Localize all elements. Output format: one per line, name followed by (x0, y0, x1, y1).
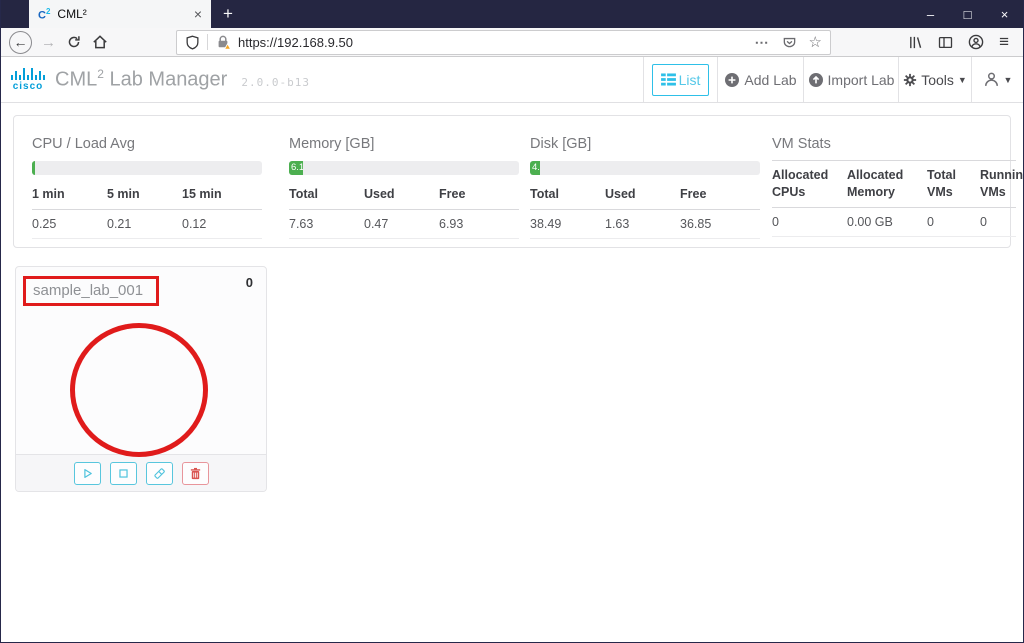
import-lab-button[interactable]: Import Lab (803, 57, 898, 102)
url-divider (207, 34, 208, 50)
eraser-icon (153, 467, 166, 480)
forward-button[interactable]: → (41, 34, 56, 51)
upload-circle-icon (808, 72, 824, 88)
tab-close-icon[interactable]: × (194, 7, 202, 21)
app-version: 2.0.0-b13 (241, 75, 310, 89)
close-button[interactable]: × (986, 0, 1023, 28)
titlebar: C2 CML² × + – □ × (1, 0, 1023, 28)
reload-button[interactable] (67, 35, 81, 49)
vm-stats-title: VM Stats (772, 136, 831, 152)
browser-tab[interactable]: C2 CML² × (29, 0, 211, 28)
trash-icon (189, 467, 202, 480)
cpu-load-title: CPU / Load Avg (32, 136, 135, 152)
user-icon (983, 71, 1000, 88)
tab-title: CML² (57, 7, 87, 21)
url-text[interactable]: https://192.168.9.50 (238, 35, 353, 50)
gear-icon (903, 73, 917, 87)
lab-card[interactable]: sample_lab_001 0 (15, 266, 267, 492)
chevron-down-icon: ▼ (957, 74, 967, 85)
shield-icon[interactable] (185, 35, 200, 50)
user-menu-button[interactable]: ▼ (971, 57, 1023, 102)
wipe-lab-button[interactable] (145, 461, 173, 485)
page-title: CML2 Lab Manager (55, 67, 228, 91)
cpu-progress-bar (32, 161, 262, 175)
red-rectangle-annotation (23, 276, 159, 306)
cpu-load-section: CPU / Load Avg 1 min 5 min 15 min 0.25 0.21… (32, 136, 262, 239)
new-tab-button[interactable]: + (211, 0, 245, 28)
disk-section: Disk [GB] 4.2 TotalUsedFree 38.491.6336.… (530, 136, 760, 239)
nav-toolbar: ← → https://192.168.9.50 ⋯ ☆ ≡ (1, 28, 1023, 57)
account-icon[interactable] (968, 34, 984, 50)
main-content: CPU / Load Avg 1 min 5 min 15 min 0.25 0.21… (1, 103, 1023, 504)
lab-card-toolbar (16, 454, 266, 491)
hamburger-menu-icon[interactable]: ≡ (999, 32, 1009, 52)
maximize-button[interactable]: □ (949, 0, 986, 28)
vm-stats-table: Allocated CPUs Allocated Memory Total VMs R… (772, 160, 1023, 237)
chevron-down-icon: ▼ (1003, 74, 1013, 85)
add-lab-button[interactable]: Add Lab (717, 57, 803, 102)
start-lab-button[interactable] (73, 461, 101, 485)
node-count-badge: 0 (245, 275, 253, 290)
cisco-brand-name: cisco (12, 81, 44, 92)
app-header: cisco CML2 Lab Manager 2.0.0-b13 List Ad… (1, 57, 1023, 103)
list-icon (660, 73, 676, 86)
memory-table: Total Used Free 7.63 0.47 6.93 (289, 182, 519, 239)
delete-lab-button[interactable] (181, 461, 209, 485)
minimize-button[interactable]: – (912, 0, 949, 28)
browser-window: C2 CML² × + – □ × ← → https://192.168.9.… (0, 0, 1024, 643)
list-view-button[interactable]: List (651, 63, 710, 96)
memory-progress-bar: 6.1 (289, 161, 519, 175)
red-circle-annotation (70, 323, 208, 457)
system-stats-panel: CPU / Load Avg 1 min 5 min 15 min 0.25 0.21… (13, 115, 1023, 248)
library-icon[interactable] (908, 35, 923, 50)
disk-table: Total Used Free 38.49 1.63 36.85 (530, 182, 760, 239)
bookmark-star-icon[interactable]: ☆ (809, 33, 822, 51)
disk-progress-bar: 4.2 (530, 161, 760, 175)
back-button[interactable]: ← (9, 30, 32, 54)
plus-circle-icon (724, 72, 740, 88)
window-controls: – □ × (912, 0, 1023, 28)
memory-section: Memory [GB] 6.1 Total Used Free 7.63 0.47 6.… (289, 136, 519, 239)
pocket-icon[interactable] (782, 35, 797, 50)
address-bar[interactable]: https://192.168.9.50 ⋯ ☆ (176, 29, 831, 55)
cisco-logo: cisco (11, 67, 45, 92)
home-button[interactable] (92, 34, 108, 50)
cisco-bars-icon (11, 67, 45, 80)
sidebar-icon[interactable] (938, 35, 953, 50)
page-actions-icon[interactable]: ⋯ (755, 34, 770, 51)
play-icon (81, 467, 94, 480)
lock-warning-icon[interactable] (215, 34, 231, 50)
stop-icon (117, 467, 130, 480)
disk-title: Disk [GB] (530, 136, 592, 152)
vm-stats-section: VM Stats Allocated CPUs Allocated Memory T… (772, 136, 1023, 237)
tools-button[interactable]: Tools ▼ (898, 57, 971, 102)
memory-title: Memory [GB] (289, 136, 375, 152)
cpu-load-table: 1 min 5 min 15 min 0.25 0.21 0.12 (32, 182, 262, 239)
stop-lab-button[interactable] (109, 461, 137, 485)
cml-favicon-icon: C2 (38, 6, 51, 22)
